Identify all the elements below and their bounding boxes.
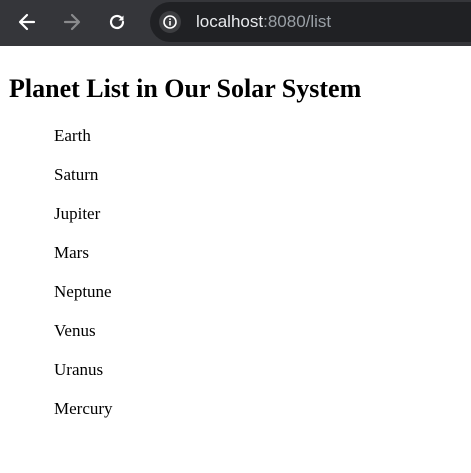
url-path: :8080/list [263,12,332,31]
browser-toolbar: localhost:8080/list [0,0,471,46]
list-item: Saturn [54,165,99,184]
reload-button[interactable] [102,7,132,37]
reload-icon [109,14,125,30]
site-info-icon[interactable] [159,11,181,33]
forward-button[interactable] [57,7,87,37]
list-item: Uranus [54,360,104,379]
list-item: Neptune [54,282,112,301]
list-item: Mercury [54,399,113,418]
address-bar[interactable]: localhost:8080/list [150,2,471,42]
page-content: Planet List in Our Solar System Earth Sa… [0,46,471,437]
url-host: localhost [196,12,264,31]
back-arrow-icon [18,13,36,31]
list-item: Jupiter [54,204,101,223]
list-item: Earth [54,126,91,145]
page-title: Planet List in Our Solar System [9,74,362,103]
planet-list: Earth Saturn Jupiter Mars Neptune Venus … [9,125,471,437]
list-item: Venus [54,321,96,340]
forward-arrow-icon [63,13,81,31]
url-text[interactable]: localhost:8080/list [196,13,331,31]
back-button[interactable] [12,7,42,37]
list-item: Mars [54,243,89,262]
